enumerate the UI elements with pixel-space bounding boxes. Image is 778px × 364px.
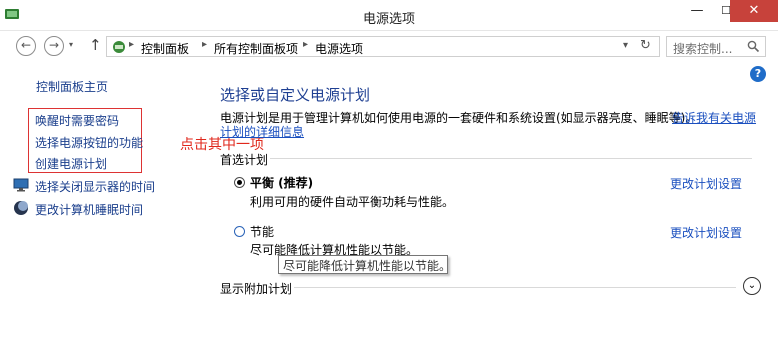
balanced-radio[interactable] bbox=[234, 177, 245, 188]
breadcrumb-separator: ▸ bbox=[303, 39, 309, 50]
search-input[interactable]: 搜索控制... bbox=[666, 36, 766, 57]
breadcrumb-control-panel[interactable]: 控制面板 bbox=[141, 40, 189, 57]
power-button-link[interactable]: 选择电源按钮的功能 bbox=[35, 134, 143, 151]
page-title: 选择或自定义电源计划 bbox=[220, 86, 371, 104]
refresh-icon[interactable]: ↻ bbox=[640, 38, 651, 53]
address-box[interactable]: ▸ 控制面板 ▸ 所有控制面板项 ▸ 电源选项 ▾ ↻ bbox=[106, 36, 660, 57]
close-button[interactable]: ✕ bbox=[730, 0, 778, 22]
search-icon bbox=[747, 40, 760, 53]
sleep-moon-icon bbox=[14, 201, 28, 215]
forward-button[interactable]: → bbox=[44, 36, 64, 56]
window-title: 电源选项 bbox=[362, 12, 415, 27]
balanced-plan-desc: 利用可用的硬件自动平衡功耗与性能。 bbox=[250, 195, 455, 209]
learn-more-link[interactable]: 告诉我有关电源 bbox=[672, 109, 756, 126]
address-bar: ← → ▾ ↑ ▸ 控制面板 ▸ 所有控制面板项 ▸ 电源选项 ▾ ↻ 搜索控制… bbox=[0, 31, 778, 61]
recent-locations-icon[interactable]: ▾ bbox=[69, 40, 73, 49]
monitor-icon bbox=[13, 178, 29, 192]
back-button[interactable]: ← bbox=[16, 36, 36, 56]
additional-plans-divider bbox=[294, 287, 736, 288]
tooltip: 尽可能降低计算机性能以节能。 bbox=[278, 255, 451, 274]
title-bar: 电源选项 — ☐ ✕ bbox=[0, 0, 778, 31]
expand-chevron-icon[interactable]: ⌄ bbox=[743, 277, 761, 295]
learn-more-link-continued[interactable]: 计划的详细信息 bbox=[220, 123, 304, 140]
wake-password-link[interactable]: 唤醒时需要密码 bbox=[35, 112, 119, 129]
control-panel-home-link[interactable]: 控制面板主页 bbox=[36, 78, 108, 95]
show-additional-plans-label[interactable]: 显示附加计划 bbox=[220, 280, 292, 297]
section-divider bbox=[270, 158, 752, 159]
breadcrumb-separator: ▸ bbox=[129, 39, 135, 50]
address-dropdown-icon[interactable]: ▾ bbox=[623, 40, 628, 51]
power-saver-radio[interactable] bbox=[234, 226, 245, 237]
breadcrumb-all-items[interactable]: 所有控制面板项 bbox=[214, 40, 298, 57]
sleep-time-link[interactable]: 更改计算机睡眠时间 bbox=[35, 201, 143, 218]
power-saver-plan-name: 节能 bbox=[250, 225, 275, 239]
create-plan-link[interactable]: 创建电源计划 bbox=[35, 155, 107, 172]
search-placeholder: 搜索控制... bbox=[673, 42, 733, 56]
control-panel-icon bbox=[113, 41, 125, 53]
breadcrumb-power-options[interactable]: 电源选项 bbox=[315, 40, 363, 57]
balanced-plan-name: 平衡 (推荐) bbox=[250, 176, 314, 190]
power-saver-change-settings-link[interactable]: 更改计划设置 bbox=[670, 224, 742, 241]
display-off-link[interactable]: 选择关闭显示器的时间 bbox=[35, 178, 155, 195]
preferred-plans-label: 首选计划 bbox=[220, 153, 269, 167]
up-button[interactable]: ↑ bbox=[89, 36, 102, 54]
breadcrumb-separator: ▸ bbox=[202, 39, 208, 50]
balanced-change-settings-link[interactable]: 更改计划设置 bbox=[670, 175, 742, 192]
help-icon[interactable]: ? bbox=[750, 66, 766, 82]
